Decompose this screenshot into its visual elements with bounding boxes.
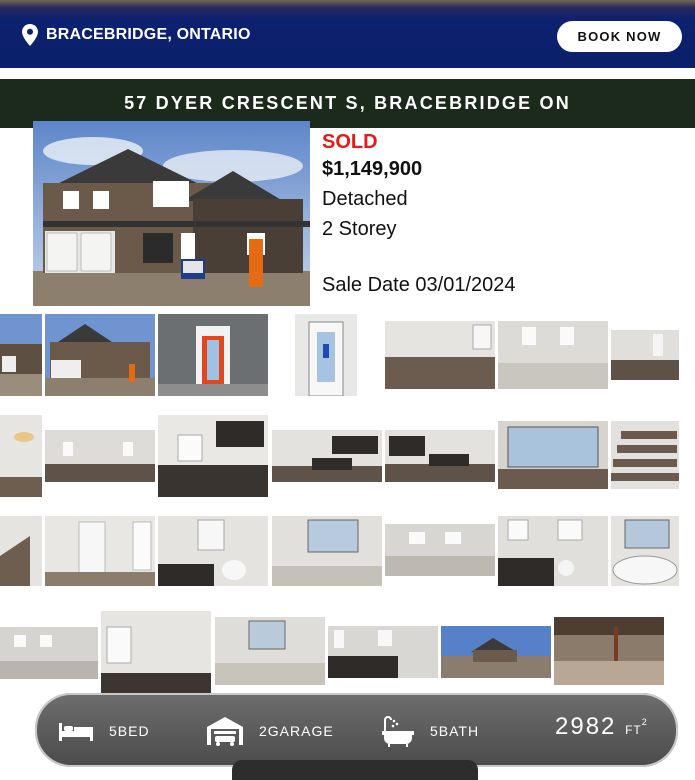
gallery-thumb[interactable] bbox=[611, 421, 679, 489]
gallery-thumb[interactable] bbox=[0, 627, 98, 679]
area-unit-exponent: 2 bbox=[641, 717, 649, 727]
baths-stat: 5BATH bbox=[380, 715, 479, 747]
gallery-thumb[interactable] bbox=[0, 314, 42, 396]
beds-label: 5BED bbox=[109, 723, 150, 739]
gallery-thumb[interactable] bbox=[0, 516, 42, 586]
beds-stat: 5BED bbox=[57, 719, 150, 743]
gallery-thumb[interactable] bbox=[328, 626, 438, 678]
gallery-thumb[interactable] bbox=[498, 516, 608, 586]
gallery-thumb[interactable] bbox=[272, 516, 382, 586]
property-storey: 2 Storey bbox=[322, 218, 397, 240]
gallery-thumb[interactable] bbox=[45, 516, 155, 586]
gallery-thumb[interactable] bbox=[272, 430, 382, 482]
gallery-thumb[interactable] bbox=[295, 314, 357, 396]
gallery-thumb[interactable] bbox=[215, 617, 325, 685]
bathtub-icon bbox=[382, 716, 414, 747]
gallery-thumb[interactable] bbox=[158, 415, 268, 497]
book-now-button[interactable]: BOOK NOW bbox=[557, 21, 682, 52]
status-badge: SOLD bbox=[322, 131, 378, 153]
hero-house-photo[interactable] bbox=[33, 121, 310, 306]
gallery-thumb[interactable] bbox=[441, 626, 551, 678]
baths-label: 5BATH bbox=[430, 723, 480, 739]
gallery-thumb[interactable] bbox=[385, 430, 495, 482]
sale-date: Sale Date 03/01/2024 bbox=[322, 274, 516, 296]
gallery-thumb[interactable] bbox=[611, 330, 679, 380]
bed-icon bbox=[59, 723, 93, 741]
gallery-thumb[interactable] bbox=[611, 516, 679, 586]
gallery-thumb[interactable] bbox=[498, 421, 608, 489]
area-unit: FT bbox=[625, 723, 642, 737]
gallery-thumb[interactable] bbox=[158, 314, 268, 396]
garage-stat: 2GARAGE bbox=[205, 715, 334, 747]
property-type: Detached bbox=[322, 188, 408, 210]
area-value: 2982 bbox=[555, 713, 617, 740]
property-stats-bar: 5BED 2GARAGE 5BATH 2982 FT2 bbox=[35, 693, 678, 767]
gallery-thumb[interactable] bbox=[0, 415, 42, 497]
garage-label: 2GARAGE bbox=[259, 723, 334, 739]
listing-price: $1,149,900 bbox=[322, 158, 423, 180]
gallery-thumb[interactable] bbox=[385, 321, 495, 389]
location-label: BRACEBRIDGE, ONTARIO bbox=[46, 26, 251, 43]
top-bar: BRACEBRIDGE, ONTARIO BOOK NOW bbox=[0, 0, 695, 68]
gallery-thumb[interactable] bbox=[45, 314, 155, 396]
gallery-thumb[interactable] bbox=[158, 516, 268, 586]
gallery-thumb[interactable] bbox=[385, 524, 495, 576]
area-stat: 2982 FT2 bbox=[555, 713, 649, 741]
bottom-nav-peek bbox=[232, 760, 478, 780]
listing-info: SOLD $1,149,900 Detached 2 Storey Sale D… bbox=[322, 130, 516, 296]
location-pin-icon bbox=[22, 24, 38, 46]
listing-address: 57 DYER CRESCENT S, BRACEBRIDGE ON bbox=[124, 93, 571, 113]
garage-icon bbox=[207, 717, 243, 746]
gallery-thumb[interactable] bbox=[498, 321, 608, 389]
gallery-thumb[interactable] bbox=[101, 611, 211, 693]
gallery-thumb[interactable] bbox=[554, 617, 664, 685]
gallery-thumb[interactable] bbox=[45, 430, 155, 482]
location: BRACEBRIDGE, ONTARIO bbox=[22, 24, 251, 46]
